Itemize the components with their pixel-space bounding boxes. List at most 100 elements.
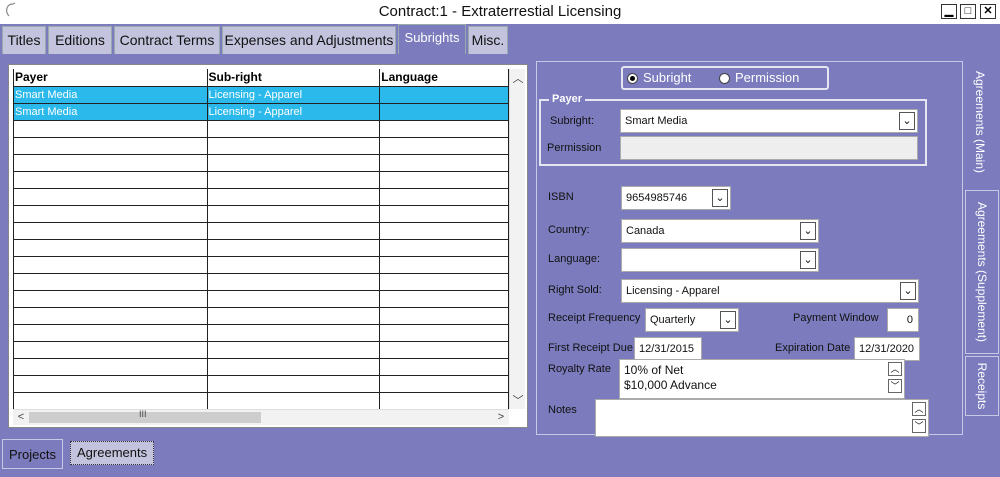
scroll-up-icon[interactable]: ︿	[510, 70, 526, 86]
table-row-empty[interactable]	[13, 204, 509, 223]
isbn-select[interactable]: 9654985746 ⌄	[621, 186, 731, 210]
radio-selected-dot	[630, 76, 635, 81]
subrights-table: Payer Sub-right Language Smart Media Lic…	[13, 69, 509, 410]
tab-editions[interactable]: Editions	[48, 26, 112, 54]
scroll-thumb[interactable]: III	[29, 409, 261, 423]
chevron-down-icon[interactable]: ⌄	[720, 311, 736, 329]
scroll-right-icon[interactable]: >	[493, 411, 509, 423]
close-button[interactable]: ✕	[980, 4, 996, 19]
notes-field[interactable]: ︿ ﹀	[595, 399, 929, 437]
side-tab-label: Agreements (Supplement)	[975, 201, 989, 343]
scroll-down-icon[interactable]: ﹀	[888, 379, 902, 393]
language-label: Language:	[548, 253, 600, 265]
tab-misc[interactable]: Misc.	[468, 26, 508, 54]
royalty-rate-line: $10,000 Advance	[624, 378, 717, 392]
chevron-down-icon[interactable]: ⌄	[800, 251, 816, 269]
column-header-subright[interactable]: Sub-right	[206, 69, 381, 87]
side-tab-receipts[interactable]: Receipts	[965, 356, 999, 416]
table-row-empty[interactable]	[13, 187, 509, 206]
table-row[interactable]: Smart Media Licensing - Apparel	[13, 85, 509, 104]
table-row-empty[interactable]	[13, 306, 509, 325]
scroll-up-icon[interactable]: ︿	[888, 362, 902, 376]
tab-expenses-adjustments[interactable]: Expenses and Adjustments	[222, 26, 396, 54]
royalty-rate-field[interactable]: 10% of Net $10,000 Advance ︿ ﹀	[619, 359, 905, 399]
expiration-date-label: Expiration Date	[775, 342, 851, 354]
contract-window: Contract:1 - Extraterrestial Licensing ▁…	[0, 0, 1000, 477]
payment-window-field[interactable]: 0	[887, 308, 919, 332]
cell-payer[interactable]: Smart Media	[13, 85, 208, 104]
permission-field[interactable]	[620, 136, 918, 160]
scroll-up-icon[interactable]: ︿	[912, 402, 926, 416]
table-row[interactable]: Smart Media Licensing - Apparel	[13, 102, 509, 121]
expiration-date-field[interactable]: 12/31/2020	[854, 337, 920, 361]
table-row-empty[interactable]	[13, 391, 509, 410]
table-row-empty[interactable]	[13, 119, 509, 138]
cell-subright[interactable]: Licensing - Apparel	[206, 102, 381, 121]
tab-bar: Titles Editions Contract Terms Expenses …	[0, 24, 1000, 54]
isbn-value: 9654985746	[626, 192, 688, 204]
permission-radio[interactable]	[719, 73, 730, 84]
right-sold-select[interactable]: Licensing - Apparel ⌄	[621, 279, 919, 303]
tab-agreements[interactable]: Agreements	[70, 441, 155, 465]
chevron-down-icon[interactable]: ⌄	[712, 189, 728, 207]
first-receipt-due-field[interactable]: 12/31/2015	[634, 337, 702, 361]
subright-label: Subright:	[550, 115, 595, 127]
table-row-empty[interactable]	[13, 357, 509, 376]
subright-radio[interactable]	[627, 73, 638, 84]
grid-vertical-scrollbar[interactable]: ︿ ﹀	[509, 69, 525, 409]
maximize-button[interactable]: □	[960, 4, 976, 19]
country-value: Canada	[626, 225, 665, 237]
side-tab-agreements-main[interactable]: Agreements (Main)	[963, 58, 997, 186]
subright-radio-label[interactable]: Subright	[643, 70, 691, 85]
chevron-down-icon[interactable]: ⌄	[899, 112, 915, 130]
table-row-empty[interactable]	[13, 238, 509, 257]
grid-horizontal-scrollbar[interactable]: < III >	[13, 409, 509, 425]
table-row-empty[interactable]	[13, 272, 509, 291]
cell-subright[interactable]: Licensing - Apparel	[206, 85, 381, 104]
column-header-payer[interactable]: Payer	[13, 69, 208, 87]
isbn-label: ISBN	[548, 191, 574, 203]
chevron-down-icon[interactable]: ⌄	[800, 222, 816, 240]
scroll-down-icon[interactable]: ﹀	[510, 392, 526, 408]
table-row-empty[interactable]	[13, 323, 509, 342]
table-row-empty[interactable]	[13, 170, 509, 189]
subright-select[interactable]: Smart Media ⌄	[620, 109, 918, 133]
subrights-content: Payer Sub-right Language Smart Media Lic…	[0, 54, 1000, 438]
receipt-frequency-select[interactable]: Quarterly ⌄	[645, 308, 739, 332]
permission-radio-label[interactable]: Permission	[735, 70, 799, 85]
royalty-rate-line: 10% of Net	[624, 363, 684, 377]
right-sold-label: Right Sold:	[548, 284, 602, 296]
cell-payer[interactable]: Smart Media	[13, 102, 208, 121]
table-row-empty[interactable]	[13, 289, 509, 308]
agreement-form: Subright Permission Payer Subright: Smar…	[536, 61, 963, 437]
tab-titles[interactable]: Titles	[2, 26, 46, 54]
table-row-empty[interactable]	[13, 153, 509, 172]
table-row-empty[interactable]	[13, 374, 509, 393]
payment-window-label: Payment Window	[793, 312, 879, 324]
table-row-empty[interactable]	[13, 255, 509, 274]
tab-contract-terms[interactable]: Contract Terms	[114, 26, 220, 54]
tab-projects[interactable]: Projects	[2, 439, 63, 469]
cell-language[interactable]	[379, 85, 509, 104]
subrights-grid: Payer Sub-right Language Smart Media Lic…	[8, 64, 528, 428]
first-receipt-due-label: First Receipt Due	[548, 342, 633, 354]
table-row-empty[interactable]	[13, 136, 509, 155]
title-bar: Contract:1 - Extraterrestial Licensing ▁…	[0, 0, 1000, 24]
receipt-frequency-label: Receipt Frequency	[548, 312, 641, 324]
scroll-left-icon[interactable]: <	[13, 411, 29, 423]
window-title: Contract:1 - Extraterrestial Licensing	[378, 3, 622, 20]
cell-language[interactable]	[379, 102, 509, 121]
column-header-language[interactable]: Language	[379, 69, 509, 87]
table-row-empty[interactable]	[13, 340, 509, 359]
scroll-thumb-grip: III	[139, 409, 147, 419]
language-select[interactable]: ⌄	[621, 248, 819, 272]
side-tab-agreements-supplement[interactable]: Agreements (Supplement)	[965, 190, 999, 354]
scroll-down-icon[interactable]: ﹀	[912, 419, 926, 433]
chevron-down-icon[interactable]: ⌄	[900, 282, 916, 300]
table-row-empty[interactable]	[13, 221, 509, 240]
table-header-row: Payer Sub-right Language	[13, 69, 509, 87]
tab-subrights[interactable]: Subrights	[398, 24, 466, 54]
country-select[interactable]: Canada ⌄	[621, 219, 819, 243]
payer-group-title: Payer	[549, 93, 585, 105]
minimize-button[interactable]: ▁	[941, 4, 957, 19]
